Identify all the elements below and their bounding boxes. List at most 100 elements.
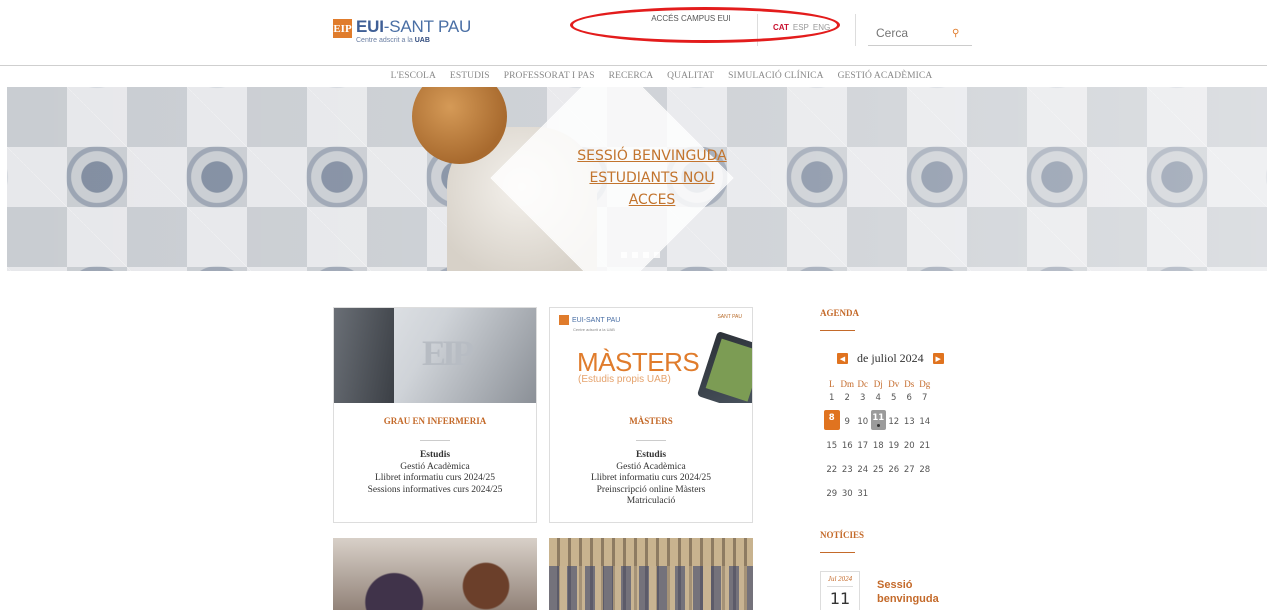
embroidered-logo: EIP xyxy=(422,333,474,373)
calendar-day[interactable]: 7 xyxy=(917,390,933,407)
nav-item-gestio[interactable]: GESTIÓ ACADÈMICA xyxy=(838,66,933,87)
weekday: Dj xyxy=(873,379,883,389)
calendar-day[interactable]: 2 xyxy=(840,390,856,407)
news-date-divider xyxy=(827,586,853,587)
card-link-gestio[interactable]: Gestió Acadèmica xyxy=(334,462,536,474)
card-link-sessions[interactable]: Sessions informatives curs 2024/25 xyxy=(334,485,536,497)
annotation-ellipse xyxy=(570,7,840,43)
news-item[interactable]: Jul 2024 11 Sessió benvinguda xyxy=(820,571,967,610)
card-title[interactable]: GRAU EN INFERMERIA xyxy=(334,416,536,426)
weekday: Ds xyxy=(904,379,915,389)
calendar-day[interactable]: 31 xyxy=(855,486,871,503)
weekday: Dc xyxy=(857,379,869,389)
card-link-gestio[interactable]: Gestió Acadèmica xyxy=(550,462,752,474)
agenda-heading: AGENDA xyxy=(820,308,860,318)
nav-item-estudis[interactable]: ESTUDIS xyxy=(450,66,490,87)
calendar-week: 29 30 31 xyxy=(824,486,933,503)
logo-subtitle: Centre adscrit a la UAB xyxy=(356,37,471,44)
card-image-grau[interactable]: EIP xyxy=(334,308,536,403)
calendar-day[interactable]: 25 xyxy=(871,462,887,479)
masters-logo: EUI-SANT PAU xyxy=(559,315,620,325)
sant-pau-logo: SANT PAU xyxy=(717,314,742,320)
calendar-day[interactable]: 16 xyxy=(840,438,856,455)
calendar-day[interactable]: 12 xyxy=(886,414,902,431)
calendar-day[interactable]: 13 xyxy=(902,414,918,431)
logo-title-a: EUI xyxy=(356,17,384,36)
logo-sub-a: Centre adscrit a la xyxy=(356,37,415,44)
calendar-day[interactable]: 27 xyxy=(902,462,918,479)
nav-item-recerca[interactable]: RECERCA xyxy=(609,66,654,87)
card-link-matriculacio[interactable]: Matriculació xyxy=(550,496,752,508)
masters-logo-mark-icon xyxy=(559,315,569,325)
news-month: Jul 2024 xyxy=(827,575,853,583)
calendar-day xyxy=(917,486,933,503)
calendar-day[interactable]: 15 xyxy=(824,438,840,455)
card-grau-infermeria: EIP GRAU EN INFERMERIA Estudis Gestió Ac… xyxy=(333,307,537,523)
calendar-day[interactable]: 23 xyxy=(840,462,856,479)
calendar-day[interactable]: 9 xyxy=(840,414,856,431)
nav-item-escola[interactable]: L'ESCOLA xyxy=(391,66,436,87)
nav-item-simulacio[interactable]: SIMULACIÓ CLÍNICA xyxy=(728,66,823,87)
slider-dot[interactable] xyxy=(621,252,627,258)
logo-mark-icon: EIP xyxy=(333,19,352,38)
slider-dot[interactable] xyxy=(632,252,638,258)
calendar-day[interactable]: 28 xyxy=(917,462,933,479)
calendar-day[interactable]: 24 xyxy=(855,462,871,479)
masters-logo-text: EUI-SANT PAU xyxy=(572,316,621,324)
calendar-day[interactable]: 6 xyxy=(902,390,918,407)
calendar-day[interactable]: 14 xyxy=(917,414,933,431)
hero-link-line-1[interactable]: SESSIÓ BENVINGUDA xyxy=(527,145,777,167)
weekday: Dg xyxy=(919,379,931,389)
card-link-llibret[interactable]: Llibret informatiu curs 2024/25 xyxy=(550,473,752,485)
slider-dots xyxy=(621,252,660,258)
weekday: Dm xyxy=(840,379,855,389)
calendar-day[interactable]: 21 xyxy=(917,438,933,455)
card-title[interactable]: MÀSTERS xyxy=(550,416,752,426)
site-logo[interactable]: EIP EUI-SANT PAU Centre adscrit a la UAB xyxy=(333,17,471,44)
calendar-day-event[interactable]: 11 xyxy=(870,410,886,430)
card-photo-students[interactable] xyxy=(333,538,537,610)
calendar-day-today[interactable]: 8 xyxy=(824,410,840,430)
calendar-week: 8 9 10 11 12 13 14 xyxy=(824,410,933,431)
news-divider xyxy=(820,552,855,553)
calendar-day[interactable]: 1 xyxy=(824,390,840,407)
card-link-llibret[interactable]: Llibret informatiu curs 2024/25 xyxy=(334,473,536,485)
hero-link-line-3[interactable]: ACCES xyxy=(527,189,777,211)
news-heading: NOTÍCIES xyxy=(820,530,865,540)
calendar-day[interactable]: 30 xyxy=(840,486,856,503)
hero-link-line-2[interactable]: ESTUDIANTS NOU xyxy=(527,167,777,189)
hero-caption: SESSIÓ BENVINGUDA ESTUDIANTS NOU ACCES xyxy=(527,145,777,211)
card-link-preinscripcio[interactable]: Preinscripció online Màsters xyxy=(550,485,752,497)
tablet-image xyxy=(696,331,752,403)
nav-item-professorat[interactable]: PROFESSORAT I PAS xyxy=(504,66,595,87)
calendar-day[interactable]: 10 xyxy=(855,414,871,431)
calendar-day[interactable]: 5 xyxy=(886,390,902,407)
news-title[interactable]: Sessió benvinguda xyxy=(877,578,967,610)
nav-item-qualitat[interactable]: QUALITAT xyxy=(667,66,714,87)
card-link-estudis[interactable]: Estudis xyxy=(334,450,536,462)
calendar-day xyxy=(902,486,918,503)
slider-dot[interactable] xyxy=(654,252,660,258)
calendar-day[interactable]: 19 xyxy=(886,438,902,455)
slider-dot[interactable] xyxy=(643,252,649,258)
calendar-day[interactable]: 22 xyxy=(824,462,840,479)
calendar-day[interactable]: 17 xyxy=(855,438,871,455)
card-photo-auditorium[interactable] xyxy=(549,538,753,610)
calendar-day[interactable]: 26 xyxy=(886,462,902,479)
calendar-prev-icon[interactable]: ◀ xyxy=(837,353,848,364)
calendar-day xyxy=(886,486,902,503)
search-icon[interactable]: ⚲ xyxy=(952,28,959,39)
calendar-day[interactable]: 29 xyxy=(824,486,840,503)
card-link-estudis[interactable]: Estudis xyxy=(550,450,752,462)
card-divider xyxy=(636,440,666,441)
agenda-divider xyxy=(820,330,855,331)
calendar-day[interactable]: 18 xyxy=(871,438,887,455)
card-image-masters[interactable]: EUI-SANT PAU Centre adscrit a la UAB SAN… xyxy=(550,308,752,403)
calendar-day[interactable]: 3 xyxy=(855,390,871,407)
search-input[interactable] xyxy=(868,26,946,40)
calendar-next-icon[interactable]: ▶ xyxy=(932,353,944,364)
calendar-day[interactable]: 4 xyxy=(871,390,887,407)
calendar-header: ◀ de juliol 2024 ▶ xyxy=(837,351,944,366)
calendar-day xyxy=(871,486,887,503)
calendar-day[interactable]: 20 xyxy=(902,438,918,455)
